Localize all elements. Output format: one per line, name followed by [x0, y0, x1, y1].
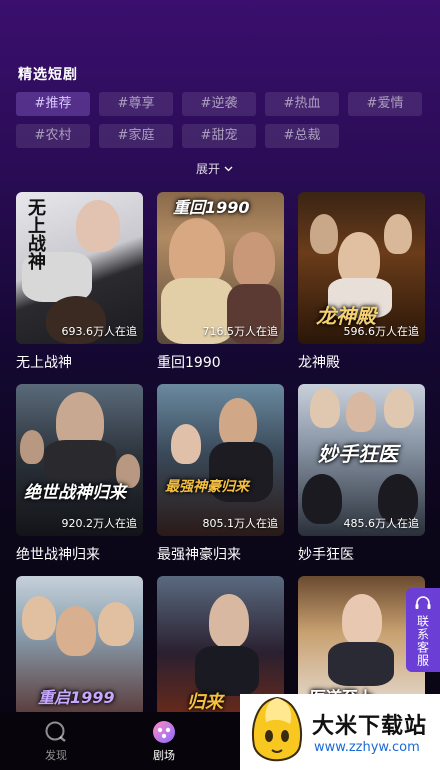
theater-icon [153, 721, 175, 743]
expand-button[interactable]: 展开 [196, 160, 233, 177]
drama-grid: 无上战神 693.6万人在追 无上战神 重回1990 716.5万人在追 重回1… [16, 192, 426, 716]
drama-card[interactable]: 龙神殿 596.6万人在追 龙神殿 [298, 192, 425, 372]
tag-sweet[interactable]: #甜宠 [182, 124, 256, 148]
tag-list: #推荐 #尊享 #逆袭 #热血 #爱情 #农村 #家庭 #甜宠 #总裁 [16, 92, 426, 148]
tab-theater[interactable]: 剧场 [134, 720, 194, 763]
drama-card[interactable]: 重回1990 716.5万人在追 重回1990 [157, 192, 284, 372]
drama-poster[interactable]: 最强神豪归来 805.1万人在追 [157, 384, 284, 536]
drama-title[interactable]: 龙神殿 [298, 352, 425, 372]
tag-rural[interactable]: #农村 [16, 124, 90, 148]
watermark-url: www.zzhyw.com [314, 740, 420, 755]
drama-poster[interactable]: 妙手狂医 485.6万人在追 [298, 384, 425, 536]
poster-title: 重回1990 [173, 198, 250, 217]
tab-label: 剧场 [153, 749, 175, 762]
chevron-down-icon [224, 166, 233, 171]
drama-card[interactable]: 绝世战神归来 920.2万人在追 绝世战神归来 [16, 384, 143, 564]
tag-romance[interactable]: #爱情 [348, 92, 422, 116]
drama-card[interactable]: 重启1999 [16, 576, 143, 716]
poster-title: 最强神豪归来 [165, 479, 249, 495]
drama-poster[interactable]: 重回1990 716.5万人在追 [157, 192, 284, 344]
tag-family[interactable]: #家庭 [99, 124, 173, 148]
drama-title[interactable]: 妙手狂医 [298, 544, 425, 564]
follow-count: 596.6万人在追 [343, 325, 420, 338]
follow-count: 920.2万人在追 [61, 517, 138, 530]
follow-count: 693.6万人在追 [61, 325, 138, 338]
tag-recommend[interactable]: #推荐 [16, 92, 90, 116]
drama-card[interactable]: 无上战神 693.6万人在追 无上战神 [16, 192, 143, 372]
follow-count: 716.5万人在追 [202, 325, 279, 338]
drama-title[interactable]: 绝世战神归来 [16, 544, 143, 564]
follow-count: 485.6万人在追 [343, 517, 420, 530]
drama-title[interactable]: 最强神豪归来 [157, 544, 284, 564]
tab-discover[interactable]: 发现 [26, 720, 86, 763]
section-title: 精选短剧 [18, 67, 78, 83]
drama-poster[interactable]: 绝世战神归来 920.2万人在追 [16, 384, 143, 536]
tag-action[interactable]: #热血 [265, 92, 339, 116]
customer-service-label: 联系客服 [415, 615, 430, 667]
drama-poster[interactable]: 无上战神 693.6万人在追 [16, 192, 143, 344]
tag-ceo[interactable]: #总裁 [265, 124, 339, 148]
drama-title[interactable]: 重回1990 [157, 352, 284, 372]
watermark-name: 大米下载站 [312, 714, 428, 739]
drama-title[interactable]: 无上战神 [16, 352, 143, 372]
drama-poster[interactable]: 龙神殿 596.6万人在追 [298, 192, 425, 344]
tab-label: 发现 [45, 749, 67, 762]
discover-icon [45, 721, 66, 742]
poster-title: 妙手狂医 [318, 442, 398, 466]
rice-mascot-logo [252, 696, 302, 762]
headset-icon [415, 596, 431, 609]
follow-count: 805.1万人在追 [202, 517, 279, 530]
tag-premium[interactable]: #尊享 [99, 92, 173, 116]
drama-poster[interactable]: 重启1999 [16, 576, 143, 716]
poster-title: 绝世战神归来 [24, 483, 126, 503]
drama-card[interactable]: 妙手狂医 485.6万人在追 妙手狂医 [298, 384, 425, 564]
customer-service-button[interactable]: 联系客服 [406, 588, 440, 672]
poster-title: 归来 [187, 692, 223, 713]
poster-title: 重启1999 [38, 688, 115, 707]
drama-card[interactable]: 最强神豪归来 805.1万人在追 最强神豪归来 [157, 384, 284, 564]
poster-title: 无上战神 [25, 198, 46, 270]
expand-label: 展开 [196, 162, 221, 176]
tag-comeback[interactable]: #逆袭 [182, 92, 256, 116]
site-watermark: 大米下载站 www.zzhyw.com [240, 694, 440, 770]
